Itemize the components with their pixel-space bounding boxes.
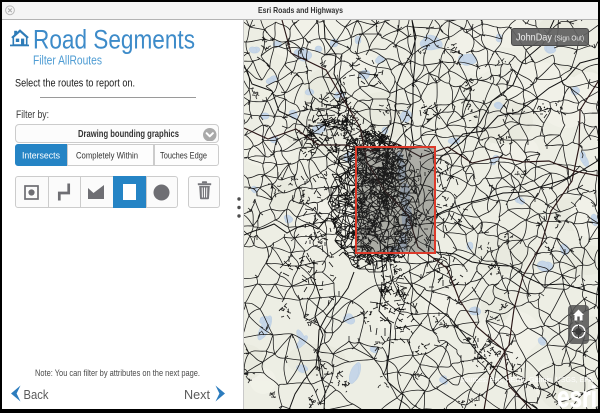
svg-text:Next: Next xyxy=(184,387,210,402)
svg-text:Note: You can filter by attrib: Note: You can filter by attributes on th… xyxy=(35,368,200,379)
svg-text:JohnDay (Sign Out): JohnDay (Sign Out) xyxy=(516,32,584,44)
svg-text:Filter AllRoutes: Filter AllRoutes xyxy=(33,54,102,68)
svg-text:Filter by:: Filter by: xyxy=(16,109,49,121)
svg-text:Esri Roads and Highways: Esri Roads and Highways xyxy=(258,5,343,15)
svg-text:Completely Within: Completely Within xyxy=(76,151,138,162)
svg-text:Road Segments: Road Segments xyxy=(33,25,195,55)
svg-text:Select the routes to report on: Select the routes to report on. xyxy=(15,78,135,90)
svg-text:esri: esri xyxy=(557,381,597,410)
svg-text:Drawing bounding graphics: Drawing bounding graphics xyxy=(78,128,179,140)
svg-text:Touches Edge: Touches Edge xyxy=(160,151,207,162)
svg-text:Back: Back xyxy=(24,387,49,402)
svg-text:Intersects: Intersects xyxy=(22,151,60,162)
